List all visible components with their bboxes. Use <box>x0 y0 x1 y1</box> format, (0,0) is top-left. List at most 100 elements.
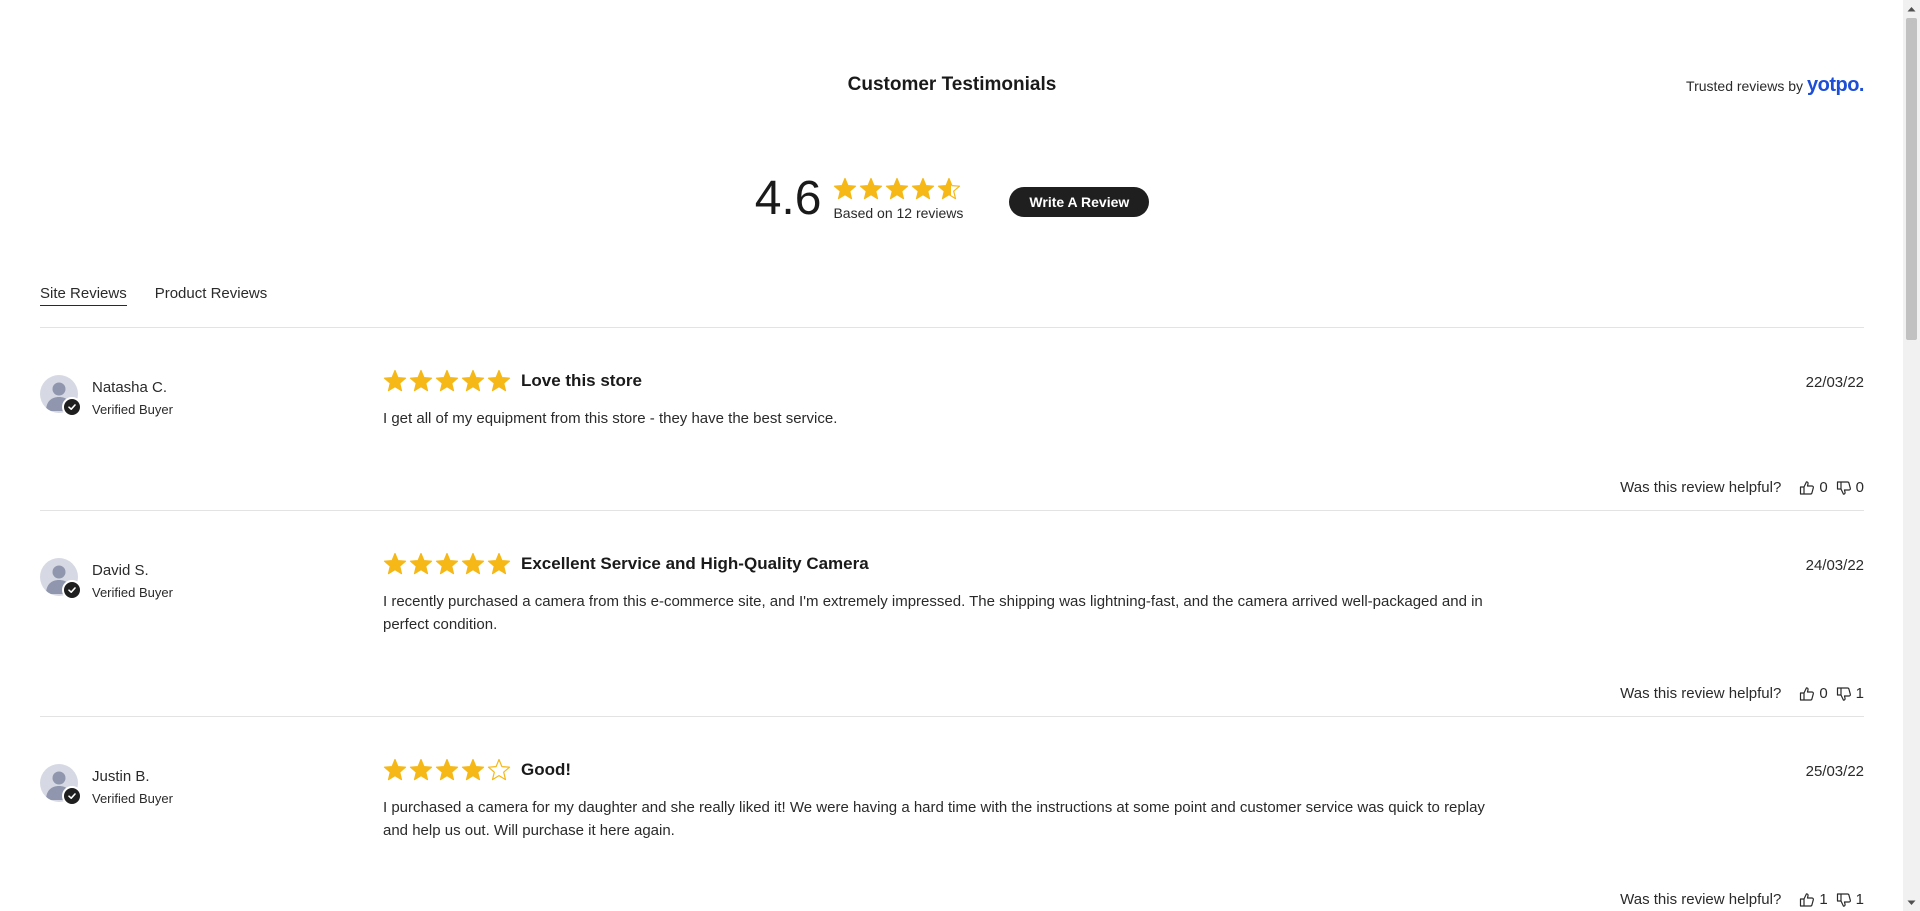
reviewer-name: David S. <box>92 562 149 579</box>
helpful-votes: Was this review helpful? 1 1 <box>1620 891 1864 908</box>
review-title: Excellent Service and High-Quality Camer… <box>521 554 869 573</box>
star-icon <box>435 552 459 575</box>
scrollbar-thumb[interactable] <box>1906 18 1917 340</box>
review-text: I purchased a camera for my daughter and… <box>383 799 1485 839</box>
check-badge-icon <box>62 397 82 417</box>
trusted-reviews-badge[interactable]: Trusted reviews by yotpo. <box>1686 74 1864 97</box>
vote-down-count: 1 <box>1855 891 1864 908</box>
reviewer-info: Justin B. Verified Buyer <box>92 768 173 806</box>
star-icon <box>461 369 485 392</box>
star-icon <box>834 177 857 200</box>
review-text: I recently purchased a camera from this … <box>383 593 1483 633</box>
reviewer-name: Natasha C. <box>92 379 168 396</box>
thumbs-down-icon <box>1836 892 1852 908</box>
star-icon <box>461 758 485 781</box>
divider <box>40 716 1864 717</box>
check-badge-icon <box>62 580 82 600</box>
write-review-button[interactable]: Write A Review <box>1009 187 1150 217</box>
divider <box>40 327 1864 328</box>
rating-summary: 4.6 Based on 12 reviews Write A Review <box>40 175 1864 223</box>
thumbs-up-icon <box>1799 480 1815 496</box>
helpful-label: Was this review helpful? <box>1620 891 1782 908</box>
vote-down-button[interactable]: 1 <box>1836 891 1864 908</box>
tab-site-reviews[interactable]: Site Reviews <box>40 285 127 306</box>
helpful-label: Was this review helpful? <box>1620 685 1782 702</box>
check-badge-icon <box>62 786 82 806</box>
avatar <box>40 558 82 600</box>
star-icon <box>487 758 511 781</box>
star-icon <box>886 177 909 200</box>
avatar <box>40 375 82 417</box>
star-icon <box>409 369 433 392</box>
star-icon <box>487 369 511 392</box>
review-date: 24/03/22 <box>1805 557 1864 574</box>
verified-buyer-label: Verified Buyer <box>92 402 173 417</box>
star-icon <box>383 369 407 392</box>
average-rating: 4.6 <box>754 172 822 225</box>
vote-up-count: 0 <box>1819 685 1828 702</box>
vote-down-count: 0 <box>1855 479 1864 496</box>
star-icon <box>435 758 459 781</box>
review-date: 22/03/22 <box>1805 374 1864 391</box>
page-title: Customer Testimonials <box>847 74 1057 95</box>
summary-stars-block: Based on 12 reviews <box>833 177 963 221</box>
thumbs-down-icon <box>1836 686 1852 702</box>
reviewer: Justin B. Verified Buyer <box>40 764 173 806</box>
review-head: Excellent Service and High-Quality Camer… <box>383 552 1503 576</box>
review-body: Love this store I get all of my equipmen… <box>383 369 1503 430</box>
thumbs-up-icon <box>1799 892 1815 908</box>
reviewer-info: Natasha C. Verified Buyer <box>92 379 173 417</box>
star-icon <box>383 758 407 781</box>
vote-down-count: 1 <box>1855 685 1864 702</box>
review-stars <box>383 552 511 576</box>
star-icon <box>409 758 433 781</box>
star-icon <box>383 552 407 575</box>
vote-down-button[interactable]: 0 <box>1836 479 1864 496</box>
tab-product-reviews[interactable]: Product Reviews <box>155 285 268 306</box>
star-icon <box>912 177 935 200</box>
vertical-scrollbar[interactable] <box>1903 0 1920 911</box>
review-date: 25/03/22 <box>1805 763 1864 780</box>
verified-buyer-label: Verified Buyer <box>92 585 173 600</box>
review-title: Good! <box>521 760 572 779</box>
verified-buyer-label: Verified Buyer <box>92 791 173 806</box>
star-icon <box>487 552 511 575</box>
scroll-down-arrow-icon[interactable] <box>1903 894 1920 911</box>
review-stars <box>383 369 511 393</box>
reviewer-info: David S. Verified Buyer <box>92 562 173 600</box>
review-head: Love this store <box>383 369 1503 393</box>
avatar <box>40 764 82 806</box>
vote-up-count: 1 <box>1819 891 1828 908</box>
star-icon <box>938 177 961 200</box>
review-body: Good! I purchased a camera for my daught… <box>383 758 1503 842</box>
star-icon <box>435 369 459 392</box>
review-tabs: Site Reviews Product Reviews <box>40 285 267 306</box>
star-icon <box>860 177 883 200</box>
review-text: I get all of my equipment from this stor… <box>383 410 838 427</box>
review-count: Based on 12 reviews <box>833 205 964 221</box>
thumbs-down-icon <box>1836 480 1852 496</box>
helpful-votes: Was this review helpful? 0 0 <box>1620 479 1864 496</box>
review-title: Love this store <box>521 371 642 390</box>
vote-up-button[interactable]: 0 <box>1799 479 1828 496</box>
vote-up-count: 0 <box>1819 479 1828 496</box>
vote-down-button[interactable]: 1 <box>1836 685 1864 702</box>
star-icon <box>409 552 433 575</box>
summary-stars <box>833 177 963 201</box>
trusted-prefix: Trusted reviews by <box>1686 78 1803 94</box>
review-stars <box>383 758 511 782</box>
thumbs-up-icon <box>1799 686 1815 702</box>
vote-up-button[interactable]: 0 <box>1799 685 1828 702</box>
page: Customer Testimonials Trusted reviews by… <box>0 0 1920 911</box>
reviewer: Natasha C. Verified Buyer <box>40 375 173 417</box>
star-icon <box>461 552 485 575</box>
reviewer-name: Justin B. <box>92 768 150 785</box>
reviewer: David S. Verified Buyer <box>40 558 173 600</box>
helpful-label: Was this review helpful? <box>1620 479 1782 496</box>
yotpo-logo[interactable]: yotpo. <box>1807 74 1865 97</box>
helpful-votes: Was this review helpful? 0 1 <box>1620 685 1864 702</box>
divider <box>40 510 1864 511</box>
review-body: Excellent Service and High-Quality Camer… <box>383 552 1503 636</box>
scroll-up-arrow-icon[interactable] <box>1903 0 1920 17</box>
vote-up-button[interactable]: 1 <box>1799 891 1828 908</box>
